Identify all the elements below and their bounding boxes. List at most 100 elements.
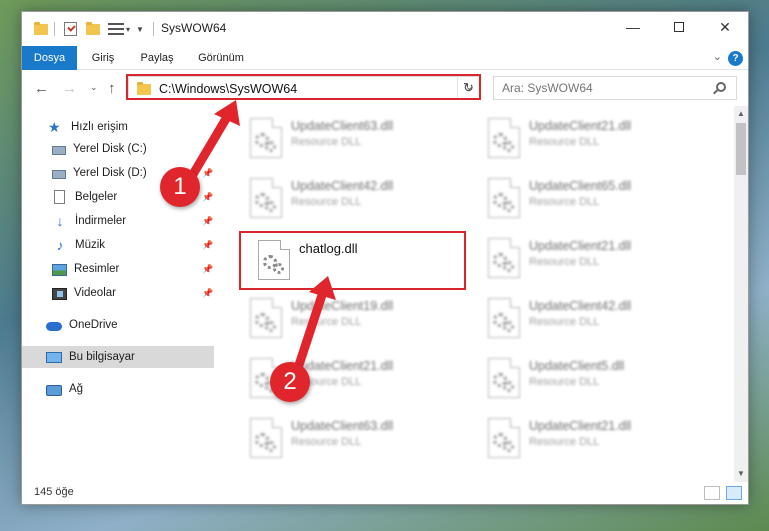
tab-share[interactable]: Paylaş [130, 46, 184, 70]
maximize-button[interactable] [656, 12, 702, 42]
step-badge-1: 1 [160, 167, 200, 207]
file-item[interactable]: UpdateClient21.dll Resource DLL [482, 114, 712, 166]
dll-file-icon [488, 418, 520, 458]
file-item[interactable]: UpdateClient42.dll Resource DLL [244, 174, 474, 226]
file-highlight-box [239, 231, 466, 290]
vertical-scrollbar[interactable]: ▲ ▼ [734, 106, 748, 482]
properties-icon[interactable] [108, 21, 124, 37]
sidebar-item-label: Bu bilgisayar [69, 351, 135, 363]
document-icon [52, 190, 68, 204]
file-name: UpdateClient21.dll [529, 119, 632, 133]
tab-view[interactable]: Görünüm [190, 46, 252, 70]
pin-icon[interactable]: 📌 [202, 192, 213, 203]
dll-file-icon [488, 238, 520, 278]
pin-icon[interactable]: 📌 [202, 240, 213, 251]
cloud-icon [46, 322, 62, 331]
sidebar-item-music[interactable]: ♪ Müzik 📌 [22, 234, 214, 256]
file-item[interactable]: UpdateClient65.dll Resource DLL [482, 174, 712, 226]
sidebar-item-label: Videolar [74, 287, 116, 299]
recent-locations-button[interactable]: ⌄ [90, 82, 98, 93]
customize-quick-access-icon[interactable]: ▼ [136, 21, 144, 37]
pictures-icon [52, 263, 67, 276]
file-item[interactable]: UpdateClient21.dll Resource DLL [482, 414, 712, 466]
sidebar-item-local-disk-c[interactable]: Yerel Disk (C:) 📌 [22, 138, 214, 160]
dll-file-icon [488, 358, 520, 398]
step-badge-2: 2 [270, 362, 310, 402]
sidebar-item-label: Hızlı erişim [71, 121, 128, 133]
expand-ribbon-icon[interactable]: ⌄ [713, 50, 722, 63]
pin-icon[interactable]: 📌 [202, 264, 213, 275]
back-button[interactable]: ← [34, 80, 49, 97]
search-box[interactable] [493, 76, 737, 100]
sidebar-item-this-pc[interactable]: Bu bilgisayar [22, 346, 214, 368]
star-icon: ★ [48, 119, 61, 135]
file-item[interactable]: UpdateClient21.dll Resource DLL [482, 234, 712, 286]
chevron-down-icon[interactable]: ▾ [126, 21, 130, 37]
file-name: UpdateClient63.dll [291, 119, 394, 133]
status-bar: 145 öğe [22, 482, 748, 504]
disk-icon [52, 146, 66, 155]
tab-file[interactable]: Dosya [22, 46, 77, 70]
file-item[interactable]: UpdateClient5.dll Resource DLL [482, 354, 712, 406]
network-icon [46, 384, 62, 396]
sidebar-item-downloads[interactable]: ↓ İndirmeler 📌 [22, 210, 214, 232]
dll-file-icon [488, 178, 520, 218]
pin-icon[interactable]: 📌 [202, 216, 213, 227]
ribbon-tabs: Dosya Giriş Paylaş Görünüm ⌄ ? [22, 46, 748, 70]
sidebar-item-label: Yerel Disk (C:) [73, 143, 147, 155]
computer-icon [46, 352, 62, 363]
title-bar: ▾ ▼ SysWOW64 — ✕ [22, 12, 748, 46]
sidebar-item-videos[interactable]: Videolar 📌 [22, 282, 214, 304]
file-item[interactable]: UpdateClient19.dll Resource DLL [244, 294, 474, 346]
sidebar-item-label: OneDrive [69, 319, 118, 331]
download-icon: ↓ [56, 213, 64, 229]
window-title: SysWOW64 [161, 21, 227, 35]
scroll-down-icon[interactable]: ▼ [734, 466, 748, 482]
search-icon[interactable] [716, 82, 726, 92]
folder-icon [34, 21, 48, 37]
dll-file-icon [250, 418, 282, 458]
file-type: Resource DLL [529, 436, 600, 448]
file-type: Resource DLL [291, 436, 362, 448]
file-item[interactable]: UpdateClient63.dll Resource DLL [244, 414, 474, 466]
file-item[interactable]: UpdateClient42.dll Resource DLL [482, 294, 712, 346]
dll-file-icon [488, 298, 520, 338]
minimize-button[interactable]: — [610, 12, 656, 42]
file-type: Resource DLL [529, 196, 600, 208]
up-button[interactable]: ↑ [108, 80, 116, 97]
sidebar-item-label: Ağ [69, 383, 84, 395]
pin-icon[interactable]: 📌 [202, 168, 213, 179]
video-icon [52, 287, 67, 300]
tab-home[interactable]: Giriş [80, 46, 126, 70]
sidebar-item-label: Müzik [75, 239, 106, 251]
help-icon[interactable]: ? [728, 51, 743, 66]
file-type: Resource DLL [529, 136, 600, 148]
dll-file-icon [250, 178, 282, 218]
dll-file-icon [488, 118, 520, 158]
scroll-up-icon[interactable]: ▲ [734, 106, 748, 122]
file-name: UpdateClient42.dll [529, 299, 632, 313]
details-view-icon[interactable] [704, 486, 720, 500]
maximize-icon [674, 22, 684, 32]
large-icons-view-icon[interactable] [726, 486, 742, 500]
close-button[interactable]: ✕ [702, 12, 748, 42]
scrollbar-thumb[interactable] [736, 123, 746, 175]
file-type: Resource DLL [291, 316, 362, 328]
sidebar-item-onedrive[interactable]: OneDrive [22, 314, 214, 336]
pin-icon[interactable]: 📌 [202, 288, 213, 299]
new-folder-icon[interactable] [86, 21, 100, 37]
search-input[interactable] [502, 81, 702, 95]
file-item[interactable]: UpdateClient63.dll Resource DLL [244, 114, 474, 166]
sidebar-item-pictures[interactable]: Resimler 📌 [22, 258, 214, 280]
close-icon: ✕ [719, 18, 731, 35]
separator [153, 21, 154, 37]
sidebar-item-label: İndirmeler [75, 215, 127, 227]
forward-button[interactable]: → [62, 80, 77, 97]
sidebar-item-label: Resimler [74, 263, 120, 275]
properties-check-icon[interactable] [64, 21, 77, 37]
pin-icon[interactable]: 📌 [202, 144, 213, 155]
sidebar-item-quick-access[interactable]: ★ Hızlı erişim [22, 116, 214, 138]
item-count: 145 öğe [34, 486, 74, 498]
sidebar-item-network[interactable]: Ağ [22, 378, 214, 400]
file-type: Resource DLL [291, 196, 362, 208]
